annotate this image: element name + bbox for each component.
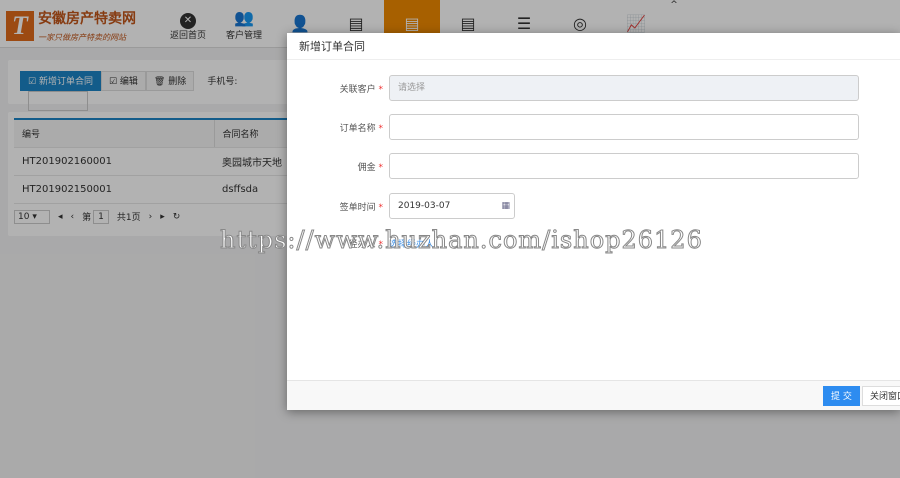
agent-label: 经办人 * bbox=[348, 240, 383, 250]
customer-select[interactable]: 请选择 bbox=[389, 75, 859, 101]
order-name-label: 订单名称 * bbox=[339, 123, 383, 134]
order-name-input[interactable] bbox=[389, 114, 859, 140]
close-window-button[interactable]: 关闭窗口 bbox=[862, 386, 900, 406]
customer-label: 关联客户 * bbox=[339, 84, 383, 95]
modal-footer: 提 交 关闭窗口 bbox=[287, 380, 900, 410]
commission-input[interactable] bbox=[389, 153, 859, 179]
commission-label: 佣金 * bbox=[357, 162, 383, 173]
date-value: 2019-03-07 bbox=[398, 201, 451, 211]
date-input[interactable]: 2019-03-07 ▦ bbox=[389, 193, 515, 219]
add-contract-modal: 新增订单合同 关联客户 * 请选择 订单名称 * 佣金 * 签单时间 * 2019-… bbox=[287, 33, 900, 410]
modal-title: 新增订单合同 bbox=[287, 33, 900, 60]
date-label: 签单时间 * bbox=[339, 202, 383, 213]
submit-button[interactable]: 提 交 bbox=[823, 386, 860, 406]
select-agent-link[interactable]: 选择经办人 bbox=[389, 237, 434, 250]
calendar-icon[interactable]: ▦ bbox=[501, 194, 510, 218]
